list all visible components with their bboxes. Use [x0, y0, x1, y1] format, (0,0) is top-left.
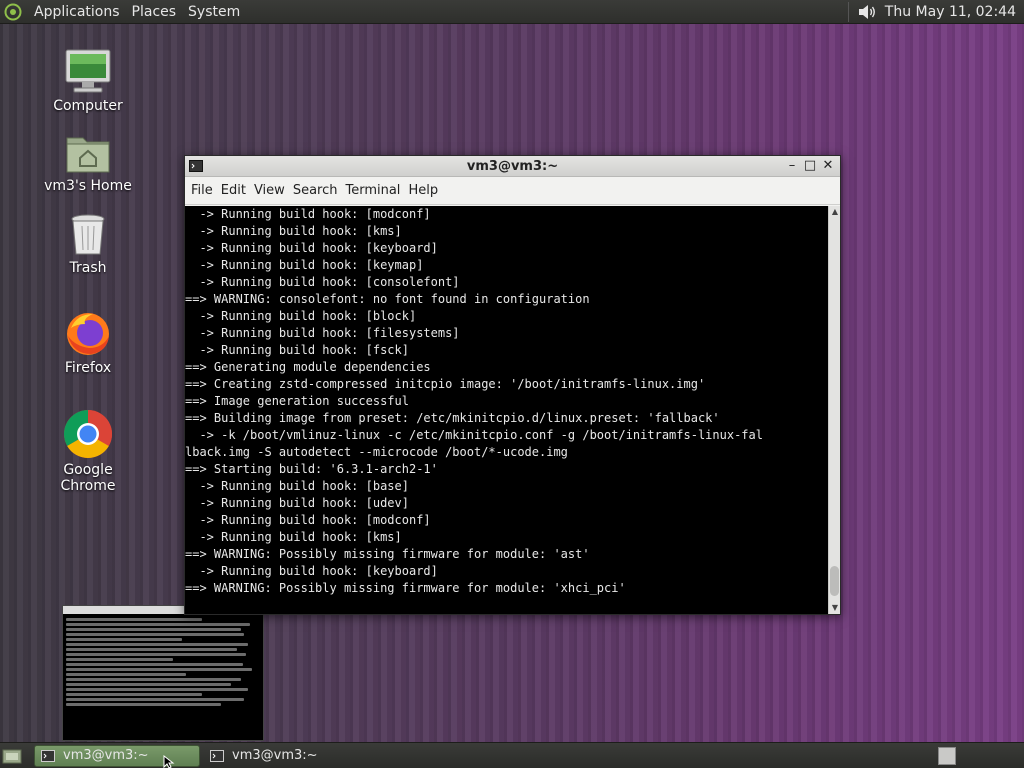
window-controls: – □ ✕ [784, 158, 836, 174]
tray: Thu May 11, 02:44 [847, 0, 1024, 24]
terminal-line: lback.img -S autodetect --microcode /boo… [185, 445, 568, 459]
terminal-line: ==> Creating zstd-compressed initcpio im… [185, 377, 706, 391]
terminal-lines: -> Running build hook: [modconf] -> Runn… [185, 206, 828, 597]
terminal-line: ==> Generating module dependencies [185, 360, 431, 374]
places-menu[interactable]: Places [126, 0, 183, 24]
window-thumbnail-preview[interactable] [62, 605, 264, 741]
terminal-line: ==> WARNING: Possibly missing firmware f… [185, 581, 626, 595]
window-title: vm3@vm3:~ [466, 158, 559, 174]
menu-terminal[interactable]: Terminal [341, 183, 404, 198]
chrome-icon [63, 410, 113, 459]
scrollbar-thumb[interactable] [830, 566, 839, 596]
close-button[interactable]: ✕ [820, 158, 836, 174]
window-titlebar[interactable]: vm3@vm3:~ – □ ✕ [185, 156, 840, 177]
task-label: vm3@vm3:~ [63, 748, 149, 763]
terminal-window[interactable]: vm3@vm3:~ – □ ✕ File Edit View Search Te… [184, 155, 841, 615]
scroll-up-arrow-icon[interactable]: ▲ [829, 206, 841, 218]
terminal-line: -> Running build hook: [consolefont] [185, 275, 460, 289]
mouse-cursor-icon [163, 755, 175, 768]
desktop-icon-label: Trash [69, 260, 107, 276]
trash-icon [71, 214, 105, 255]
terminal-line: ==> WARNING: Possibly missing firmware f… [185, 547, 590, 561]
computer-icon [65, 49, 111, 93]
desktop-icon-home[interactable]: vm3's Home [38, 130, 138, 194]
terminal-line: -> -k /boot/vmlinuz-linux -c /etc/mkinit… [185, 428, 763, 442]
terminal-line: -> Running build hook: [fsck] [185, 343, 409, 357]
desktop-icon-computer[interactable]: Computer [38, 48, 138, 114]
menu-view[interactable]: View [250, 183, 289, 198]
desktop-icon-chrome[interactable]: Google Chrome [38, 408, 138, 494]
taskbar-item-terminal[interactable]: vm3@vm3:~ [204, 745, 364, 767]
terminal-line: -> Running build hook: [keymap] [185, 258, 424, 272]
terminal-line: ==> Starting build: '6.3.1-arch2-1' [185, 462, 438, 476]
desktop-icon-trash[interactable]: Trash [38, 212, 138, 276]
menu-help[interactable]: Help [404, 183, 442, 198]
task-label: vm3@vm3:~ [232, 748, 318, 763]
terminal-line: -> Running build hook: [base] [185, 479, 409, 493]
scroll-down-arrow-icon[interactable]: ▼ [829, 602, 841, 614]
terminal-icon [210, 749, 224, 762]
terminal-output[interactable]: -> Running build hook: [modconf] -> Runn… [185, 206, 828, 614]
terminal-line: -> Running build hook: [udev] [185, 496, 409, 510]
terminal-line: -> Running build hook: [modconf] [185, 207, 431, 221]
panel-separator [847, 1, 849, 22]
terminal-icon [41, 749, 55, 762]
terminal-line: -> Running build hook: [kms] [185, 530, 402, 544]
terminal-line: ==> Building image from preset: /etc/mki… [185, 411, 720, 425]
menu-file[interactable]: File [187, 183, 217, 198]
terminal-line: -> Running build hook: [filesystems] [185, 326, 460, 340]
desktop-icon-label: Computer [53, 98, 123, 114]
top-panel: Applications Places System Thu May 11, 0… [0, 0, 1024, 24]
show-desktop-icon[interactable] [2, 747, 22, 765]
terminal-line: -> Running build hook: [modconf] [185, 513, 431, 527]
minimize-button[interactable]: – [784, 158, 800, 174]
firefox-icon [67, 313, 109, 355]
terminal-line: -> Running build hook: [block] [185, 309, 417, 323]
desktop-icon-label: vm3's Home [44, 178, 132, 194]
menu-edit[interactable]: Edit [217, 183, 250, 198]
terminal-line: ==> Image generation successful [185, 394, 409, 408]
bottom-panel: vm3@vm3:~ vm3@vm3:~ [0, 742, 1024, 768]
terminal-line: ==> WARNING: consolefont: no font found … [185, 292, 590, 306]
system-menu[interactable]: System [182, 0, 246, 24]
applications-menu[interactable]: Applications [28, 0, 126, 24]
terminal-line: -> Running build hook: [keyboard] [185, 241, 438, 255]
desktop-icon-firefox[interactable]: Firefox [38, 308, 138, 376]
desktop-icon-label: Firefox [64, 360, 112, 376]
terminal-line: -> Running build hook: [kms] [185, 224, 402, 238]
maximize-button[interactable]: □ [802, 158, 818, 174]
terminal-icon [189, 160, 203, 172]
workspace-switcher[interactable] [938, 747, 956, 765]
volume-icon[interactable] [857, 3, 877, 21]
terminal-menubar: File Edit View Search Terminal Help [185, 177, 840, 205]
thumbnail-content [63, 614, 263, 710]
clock[interactable]: Thu May 11, 02:44 [885, 4, 1024, 20]
menu-search[interactable]: Search [289, 183, 342, 198]
terminal-line: -> Running build hook: [keyboard] [185, 564, 438, 578]
distro-logo-icon[interactable] [4, 3, 22, 21]
home-folder-icon [66, 137, 110, 173]
terminal-scrollbar[interactable]: ▲ ▼ [828, 206, 840, 614]
desktop-icon-label: Google Chrome [60, 462, 116, 494]
